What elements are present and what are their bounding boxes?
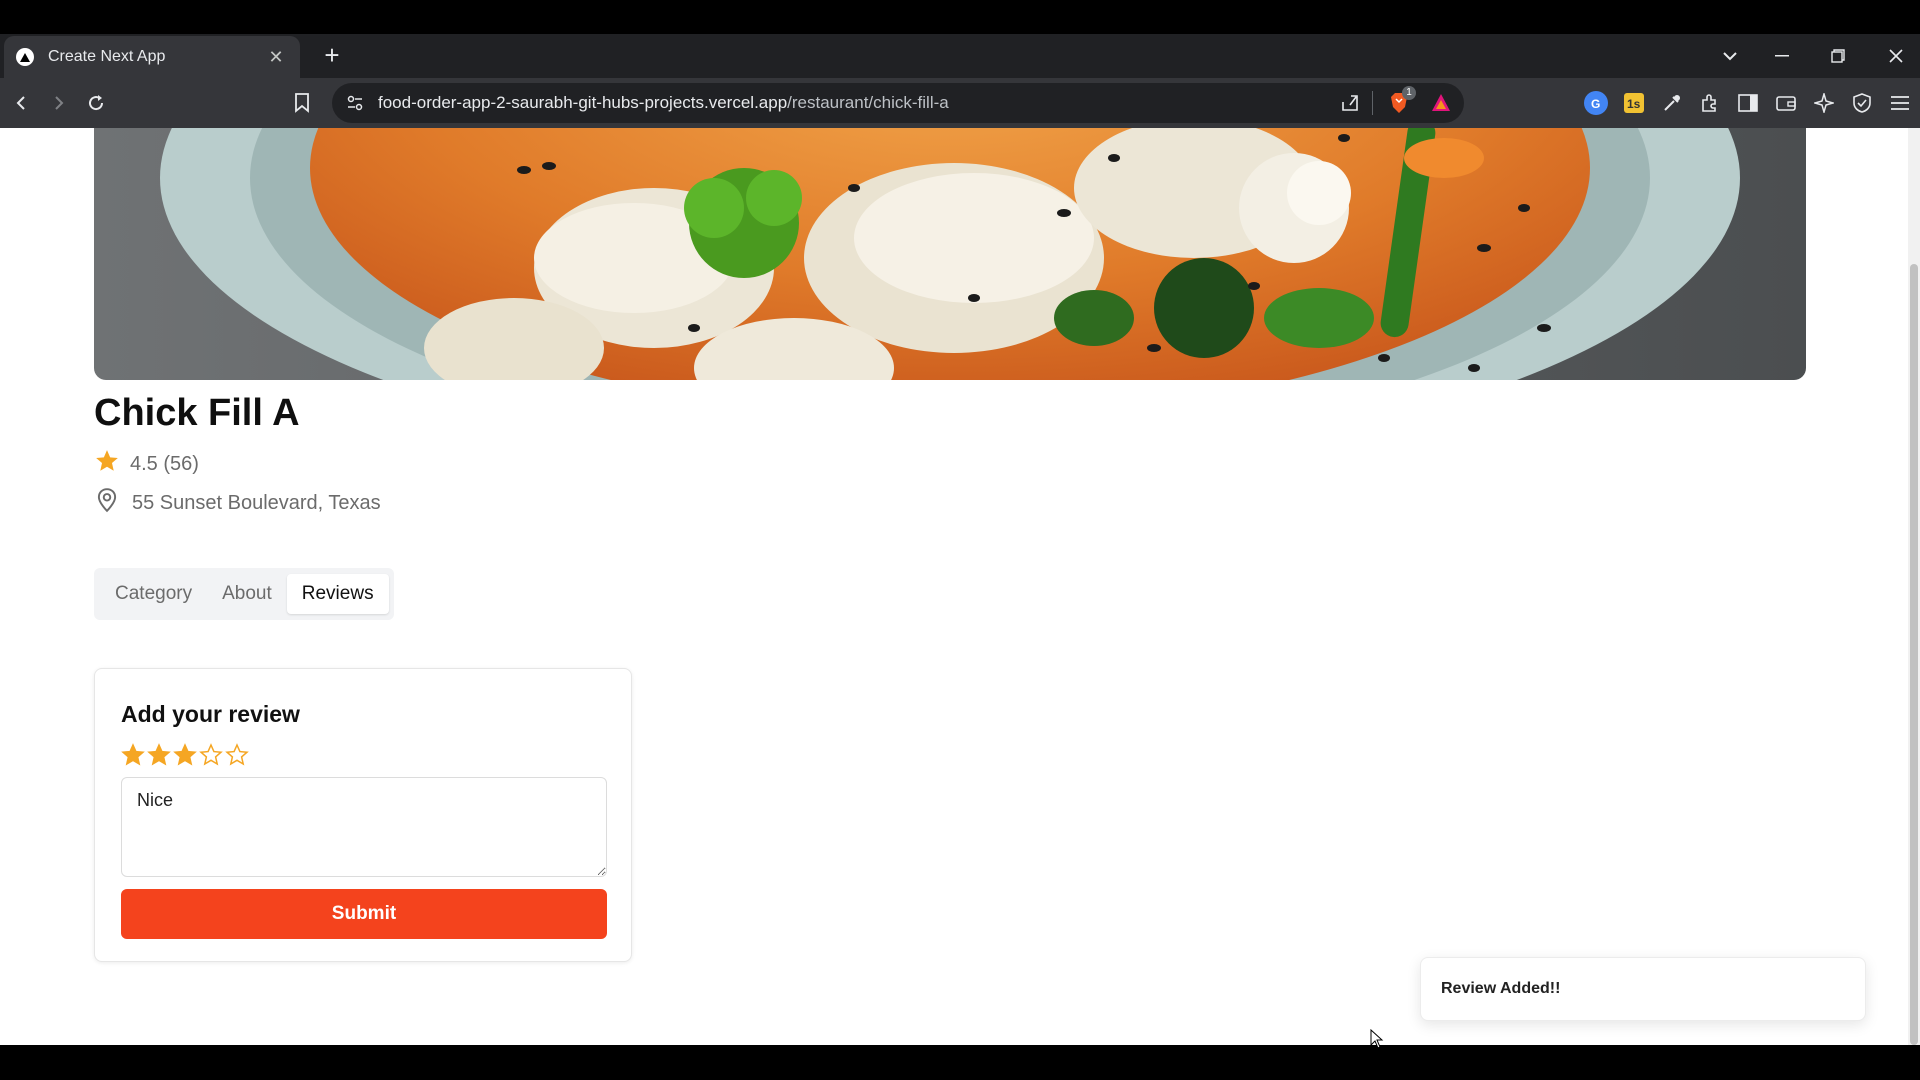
reload-icon[interactable] — [80, 87, 112, 119]
star-icon — [94, 448, 120, 480]
forward-arrow-icon[interactable] — [42, 87, 74, 119]
rating-text: 4.5 (56) — [130, 452, 199, 475]
extensions-puzzle-icon[interactable] — [1694, 87, 1726, 119]
restaurant-rating: 4.5 (56) — [94, 448, 199, 480]
star-filled-icon[interactable] — [173, 743, 197, 772]
back-arrow-icon[interactable] — [6, 87, 38, 119]
vercel-favicon-icon — [16, 48, 34, 66]
close-tab-icon[interactable]: ✕ — [264, 47, 288, 68]
extension-2-icon[interactable]: 1s — [1618, 87, 1650, 119]
browser-tab-bar: Create Next App ✕ + — [0, 34, 1920, 78]
star-empty-icon[interactable] — [199, 743, 223, 772]
menu-hamburger-icon[interactable] — [1884, 87, 1916, 119]
screen: Create Next App ✕ + food-order-app-2-sau… — [0, 0, 1920, 1080]
address-text: 55 Sunset Boulevard, Texas — [132, 491, 381, 514]
star-filled-icon[interactable] — [121, 743, 145, 772]
star-empty-icon[interactable] — [225, 743, 249, 772]
restaurant-tabs: Category About Reviews — [94, 568, 394, 620]
new-tab-button[interactable]: + — [316, 40, 348, 72]
translate-extension-icon[interactable]: G — [1580, 87, 1612, 119]
star-filled-icon[interactable] — [147, 743, 171, 772]
svg-text:1s: 1s — [1627, 97, 1641, 111]
browser-tab[interactable]: Create Next App ✕ — [4, 36, 300, 78]
minimize-button[interactable] — [1756, 36, 1808, 76]
restaurant-address: 55 Sunset Boulevard, Texas — [94, 487, 381, 519]
bookmark-icon[interactable] — [286, 87, 318, 119]
star-rating-input[interactable] — [121, 743, 249, 772]
url-text: food-order-app-2-saurabh-git-hubs-projec… — [378, 93, 949, 113]
review-form-title: Add your review — [121, 701, 300, 727]
tab-category[interactable]: Category — [100, 574, 207, 614]
address-bar[interactable]: food-order-app-2-saurabh-git-hubs-projec… — [332, 83, 1464, 123]
submit-button[interactable]: Submit — [121, 889, 607, 939]
review-textarea[interactable]: Nice — [121, 777, 607, 877]
mouse-cursor-icon — [1370, 1028, 1384, 1054]
site-settings-icon[interactable] — [346, 94, 364, 117]
restore-button[interactable] — [1812, 36, 1864, 76]
page-viewport: Chick Fill A 4.5 (56) 55 Sunset Boulevar… — [0, 128, 1908, 1045]
wallet-icon[interactable] — [1770, 87, 1802, 119]
eyedropper-icon[interactable] — [1656, 87, 1688, 119]
toast-message: Review Added!! — [1441, 980, 1561, 997]
brave-badge: 1 — [1402, 86, 1416, 100]
tab-title: Create Next App — [48, 48, 166, 65]
vpn-shield-icon[interactable] — [1846, 87, 1878, 119]
tab-about[interactable]: About — [207, 574, 287, 614]
restaurant-name: Chick Fill A — [94, 392, 300, 434]
share-icon[interactable] — [1340, 93, 1360, 118]
svg-text:G: G — [1591, 97, 1600, 111]
close-window-button[interactable] — [1870, 36, 1920, 76]
leo-ai-icon[interactable] — [1808, 87, 1840, 119]
omnibox-divider — [1372, 91, 1373, 115]
brave-rewards-icon[interactable] — [1430, 92, 1452, 119]
toast-notification: Review Added!! — [1420, 957, 1866, 1021]
browser-toolbar: food-order-app-2-saurabh-git-hubs-projec… — [0, 78, 1920, 128]
sidebar-toggle-icon[interactable] — [1732, 87, 1764, 119]
url-path: /restaurant/chick-fill-a — [787, 93, 949, 112]
tab-reviews[interactable]: Reviews — [286, 574, 389, 614]
tab-search-icon[interactable] — [1704, 36, 1756, 76]
page-scrollbar[interactable] — [1908, 128, 1920, 1045]
review-form-card: Add your review Nice Submit — [94, 668, 632, 962]
url-host: food-order-app-2-saurabh-git-hubs-projec… — [378, 93, 788, 112]
map-pin-icon — [94, 487, 120, 519]
restaurant-banner-image — [94, 128, 1806, 380]
scrollbar-thumb[interactable] — [1910, 264, 1918, 1045]
